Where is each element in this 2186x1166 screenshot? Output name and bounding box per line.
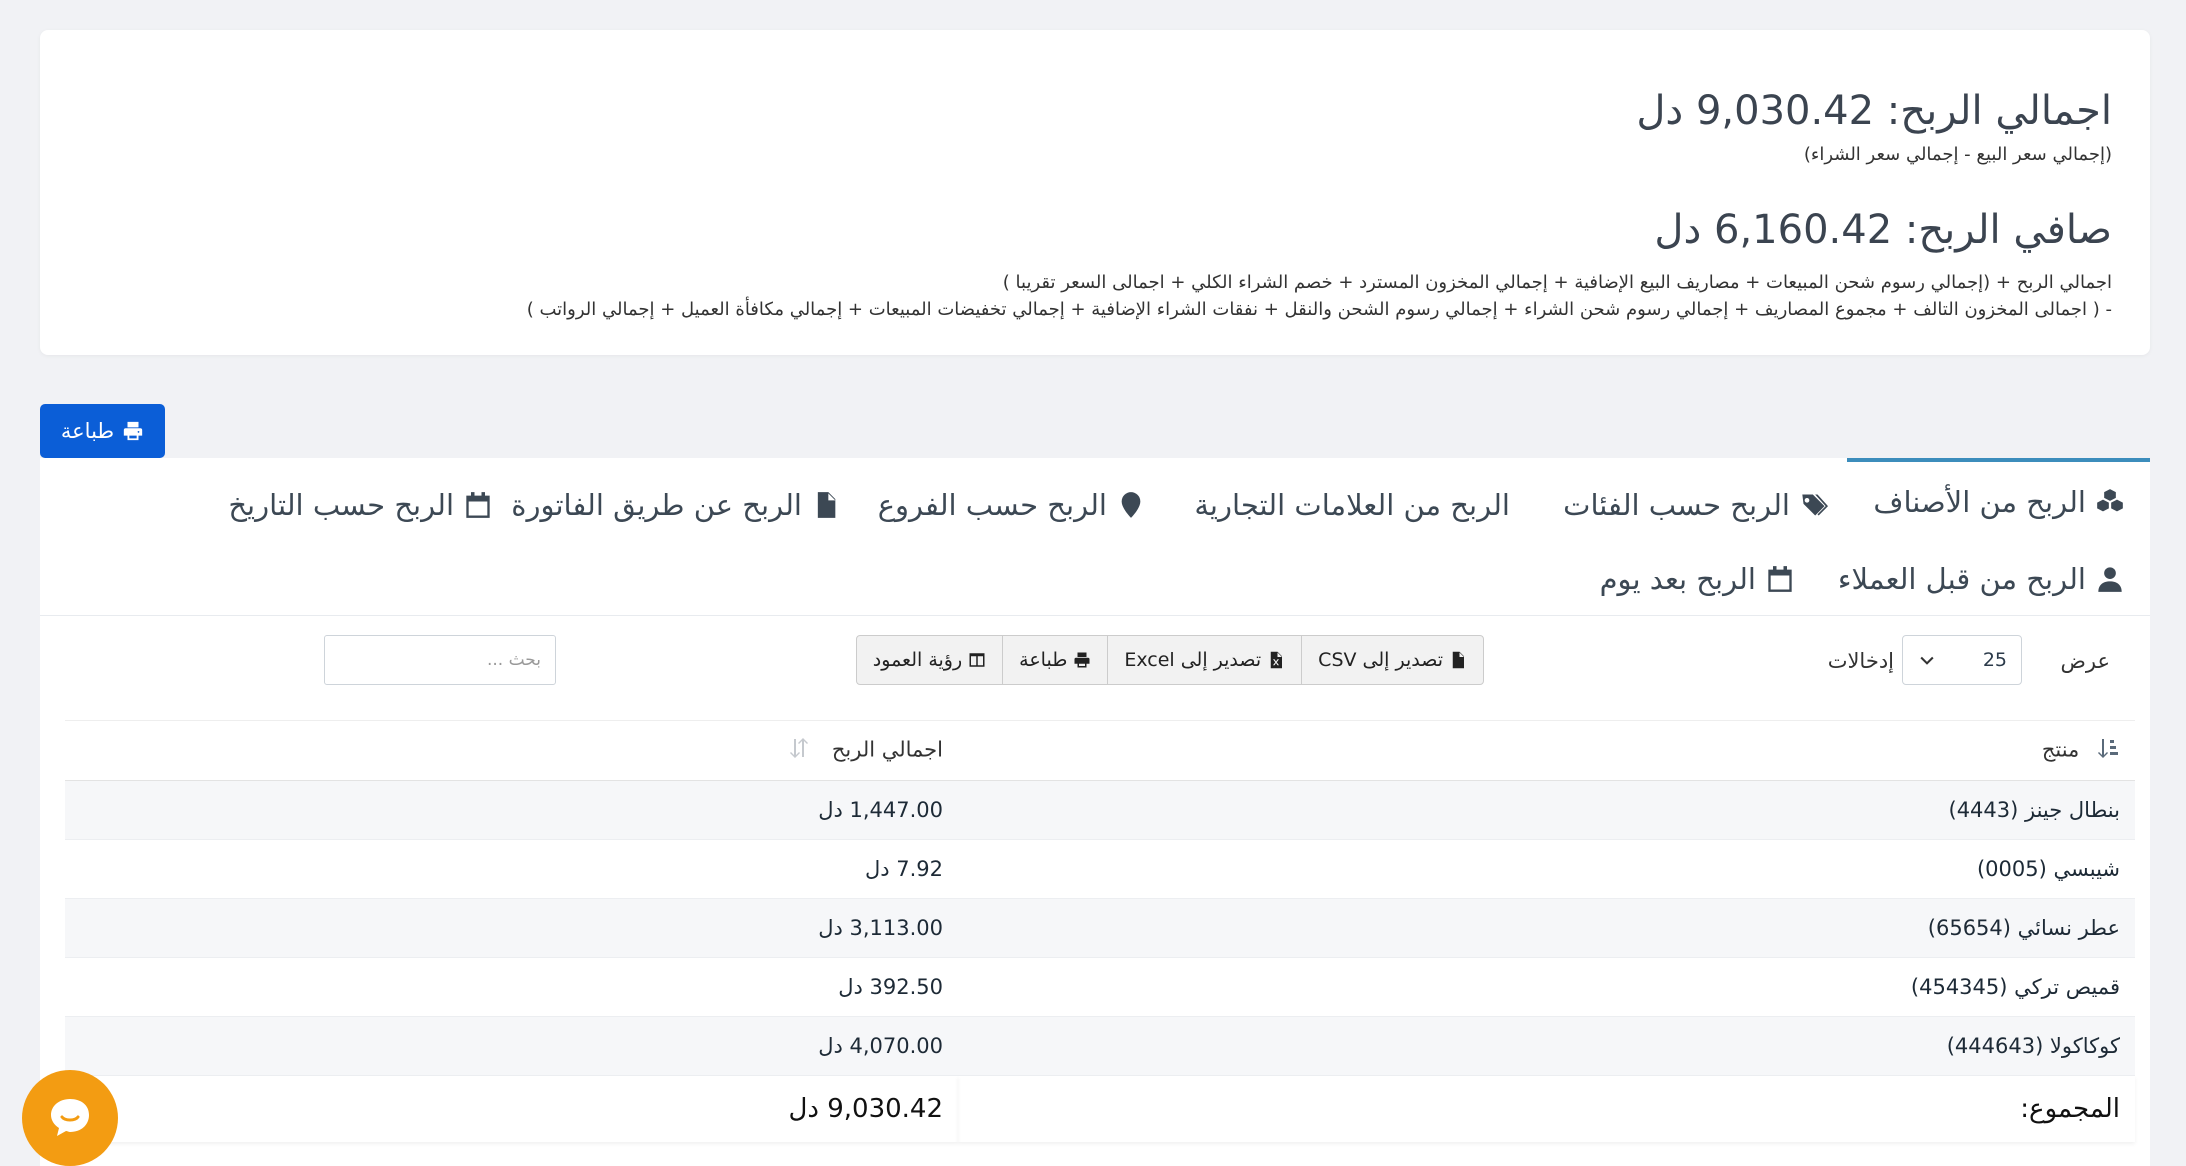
gross-profit-label: اجمالي الربح:	[1886, 88, 2112, 134]
print-button-label: طباعة	[60, 419, 115, 443]
file-icon	[817, 492, 836, 518]
net-profit-formula-line1: اجمالي الربح + (إجمالي رسوم شحن المبيعات…	[1002, 272, 2112, 294]
profit-by-products-table: منتج اجمالي الربح بنطال جينز (4443) 1,44…	[65, 720, 2135, 1142]
calendar-icon	[466, 492, 490, 518]
gross-profit-cell: 7.92 دل	[65, 839, 958, 899]
export-csv-button[interactable]: تصدير إلى CSV	[1301, 636, 1483, 684]
product-cell: شيبسي (0005)	[958, 839, 2135, 899]
tab-profit-by-products[interactable]: الربح من الأصناف	[1847, 458, 2150, 542]
sort-icon	[787, 736, 811, 765]
chevron-down-icon	[1920, 656, 1934, 665]
chat-widget-button[interactable]	[22, 1070, 118, 1166]
page-length-select[interactable]: 25	[1902, 635, 2022, 685]
export-csv-label: تصدير إلى CSV	[1318, 649, 1443, 671]
table-row[interactable]: عطر نسائي (65654) 3,113.00 دل	[65, 898, 2135, 958]
tab-label: الربح من الأصناف	[1873, 485, 2086, 519]
print-icon	[1074, 652, 1090, 668]
table-header-row: منتج اجمالي الربح	[65, 720, 2135, 781]
tab-label: الربح بعد يوم	[1599, 562, 1756, 596]
tab-profit-by-invoice[interactable]: الربح عن طريق الفاتورة	[511, 468, 840, 542]
page-length-value: 25	[1982, 649, 2007, 671]
gross-profit-cell: 3,113.00 دل	[65, 898, 958, 958]
user-icon	[2098, 567, 2122, 592]
file-csv-icon	[1452, 651, 1464, 669]
net-profit-block: صافي الربح: 6,160.42 دل اجمالي الربح + (…	[78, 207, 2112, 323]
table-controls: عرض 25 إدخالات تصدير إلى CSV تصدير إلى E…	[40, 631, 2150, 701]
table-row[interactable]: بنطال جينز (4443) 1,447.00 دل	[65, 780, 2135, 840]
net-profit-label: صافي الربح:	[1904, 207, 2112, 254]
net-profit-title: صافي الربح: 6,160.42 دل	[78, 207, 2112, 253]
length-show-label: عرض	[2060, 649, 2110, 673]
tab-profit-by-day[interactable]: الربح بعد يوم	[1600, 542, 1794, 616]
net-profit-currency: دل	[1654, 207, 1702, 254]
tab-profit-by-date[interactable]: الربح حسب التاريخ	[228, 468, 492, 542]
table-row[interactable]: كوكاكولا (444643) 4,070.00 دل	[65, 1016, 2135, 1076]
profit-tabs: الربح من الأصناف الربح حسب الفئات الربح …	[40, 458, 2150, 616]
gross-profit-cell: 4,070.00 دل	[65, 1016, 958, 1076]
table-print-label: طباعة	[1019, 649, 1068, 671]
total-label: المجموع:	[958, 1076, 2135, 1142]
product-cell: عطر نسائي (65654)	[958, 898, 2135, 958]
product-cell: قميص تركي (454345)	[958, 957, 2135, 1017]
length-entries-label: إدخالات	[1827, 649, 1894, 673]
total-value: 9,030.42 دل	[65, 1076, 958, 1142]
map-marker-icon	[1121, 492, 1141, 518]
tab-profit-by-customers[interactable]: الربح من قبل العملاء	[1838, 542, 2124, 616]
search-input[interactable]	[324, 635, 556, 685]
product-cell: بنطال جينز (4443)	[958, 780, 2135, 840]
tab-label: الربح من قبل العملاء	[1837, 562, 2086, 596]
gross-profit-formula: (إجمالي سعر البيع - إجمالي سعر الشراء)	[1803, 144, 2112, 165]
columns-icon	[969, 653, 985, 667]
gross-profit-value: 9,030.42	[1695, 88, 1875, 134]
cubes-icon	[2097, 489, 2123, 512]
tab-label: الربح عن طريق الفاتورة	[511, 488, 802, 522]
column-header-label: اجمالي الربح	[831, 737, 943, 762]
print-icon	[123, 421, 143, 441]
table-row[interactable]: شيبسي (0005) 7.92 دل	[65, 839, 2135, 899]
export-excel-button[interactable]: تصدير إلى Excel	[1107, 636, 1301, 684]
tags-icon	[1802, 494, 1828, 516]
column-visibility-label: رؤية العمود	[872, 649, 963, 671]
tab-profit-by-branches[interactable]: الربح حسب الفروع	[878, 468, 1145, 542]
gross-profit-block: اجمالي الربح: 9,030.42 دل (إجمالي سعر ال…	[78, 88, 2112, 167]
net-profit-formula-line2: - ( اجمالى المخزون التالف + مجموع المصار…	[526, 299, 2112, 321]
net-profit-value: 6,160.42	[1714, 207, 1893, 254]
chat-bubble-icon	[51, 1099, 89, 1136]
sort-asc-icon	[2096, 736, 2120, 765]
export-excel-label: تصدير إلى Excel	[1124, 649, 1262, 671]
gross-profit-cell: 1,447.00 دل	[65, 780, 958, 840]
column-header-product[interactable]: منتج	[958, 720, 2135, 781]
gross-profit-title: اجمالي الربح: 9,030.42 دل	[78, 88, 2112, 134]
tab-label: الربح حسب الفروع	[877, 488, 1107, 522]
profit-tabs-panel: الربح من الأصناف الربح حسب الفئات الربح …	[40, 458, 2150, 1166]
tab-profit-by-brands[interactable]: الربح من العلامات التجارية	[1194, 468, 1510, 542]
gross-profit-cell: 392.50 دل	[65, 957, 958, 1017]
table-row[interactable]: قميص تركي (454345) 392.50 دل	[65, 957, 2135, 1017]
profit-table-wrapper: منتج اجمالي الربح بنطال جينز (4443) 1,44…	[65, 720, 2135, 1142]
tab-label: الربح حسب الفئات	[1563, 488, 1790, 522]
print-button[interactable]: طباعة	[40, 404, 165, 458]
column-visibility-button[interactable]: رؤية العمود	[857, 636, 1002, 684]
column-header-gross-profit[interactable]: اجمالي الربح	[65, 720, 958, 781]
gross-profit-currency: دل	[1636, 88, 1684, 134]
tab-label: الربح حسب التاريخ	[228, 488, 454, 522]
export-buttons: تصدير إلى CSV تصدير إلى Excel طباعة رؤية…	[855, 635, 1484, 685]
product-cell: كوكاكولا (444643)	[958, 1016, 2135, 1076]
calendar-icon	[1768, 566, 1792, 592]
tab-label: الربح من العلامات التجارية	[1194, 488, 1510, 522]
profit-summary-card: اجمالي الربح: 9,030.42 دل (إجمالي سعر ال…	[40, 30, 2150, 355]
file-excel-icon	[1270, 651, 1283, 669]
column-header-label: منتج	[2041, 737, 2080, 762]
tab-profit-by-categories[interactable]: الربح حسب الفئات	[1563, 468, 1828, 542]
table-footer-row: المجموع: 9,030.42 دل	[65, 1076, 2135, 1142]
table-print-button[interactable]: طباعة	[1002, 636, 1107, 684]
